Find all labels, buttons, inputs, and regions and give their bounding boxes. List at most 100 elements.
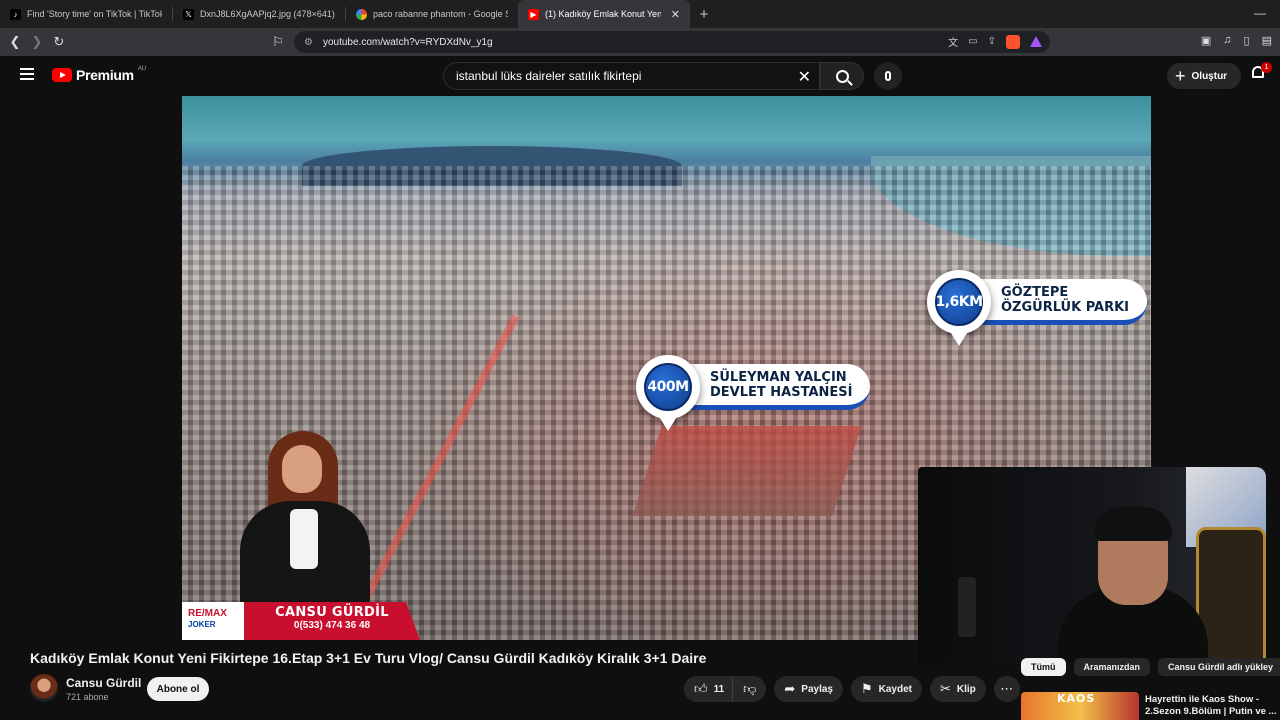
browser-extensions: ▣ ♫ ▯ ▤	[1201, 34, 1272, 47]
pin-label: GÖZTEPE ÖZGÜRLÜK PARKI	[977, 279, 1148, 325]
tab-search-icon[interactable]: ▣	[1201, 34, 1211, 47]
tiktok-icon: ♪	[10, 8, 21, 20]
recommended-video[interactable]: KAOS Hayrettin ile Kaos Show - 2.Sezon 9…	[1021, 692, 1280, 720]
agency-name: RE/MAX	[188, 608, 227, 619]
video-scene-hospital	[632, 426, 862, 516]
youtube-premium-logo[interactable]: Premium AU	[52, 66, 147, 83]
recommended-thumbnail-text: KAOS	[1057, 692, 1096, 705]
chip-channel-uploads[interactable]: Cansu Gürdil adlı yükley	[1158, 658, 1280, 676]
tab-google[interactable]: paco rabanne phantom - Google Sea	[346, 0, 518, 28]
address-bar[interactable]: ⚙ youtube.com/watch?v=RYDXdNv_y1g 文 ▭ ⇪	[294, 31, 1050, 53]
wallet-icon[interactable]: ▤	[1262, 34, 1272, 47]
create-label: Oluştur	[1191, 70, 1228, 82]
pin-label-line2: ÖZGÜRLÜK PARKI	[1001, 299, 1130, 315]
search-query: istanbul lüks daireler satılık fikirtepi	[456, 69, 642, 83]
brave-shields-icon[interactable]	[1006, 34, 1020, 49]
tab-tiktok[interactable]: ♪ Find 'Story time' on TikTok | TikTok S…	[0, 0, 172, 28]
search-input[interactable]: istanbul lüks daireler satılık fikirtepi…	[443, 62, 820, 90]
search-icon	[835, 69, 849, 83]
search-button[interactable]	[820, 62, 864, 90]
pin-label-line2: DEVLET HASTANESİ	[710, 384, 853, 400]
url-text: youtube.com/watch?v=RYDXdNv_y1g	[322, 36, 493, 48]
notifications-button[interactable]: 1	[1250, 62, 1272, 84]
google-icon	[356, 8, 367, 20]
scissors-icon: ✂	[940, 681, 951, 696]
close-tab-icon[interactable]: ✕	[671, 8, 680, 21]
save-label: Kaydet	[878, 683, 912, 695]
address-bar-actions: 文 ▭ ⇪	[948, 34, 1042, 49]
remax-logo: RE/MAX JOKER	[182, 602, 244, 640]
minimize-window-icon[interactable]: —	[1254, 6, 1266, 20]
webcam-person-hair	[1094, 507, 1172, 541]
like-count: 11	[713, 683, 725, 695]
webcam-mic-arm	[958, 577, 976, 637]
create-button[interactable]: + Oluştur	[1167, 63, 1241, 89]
channel-name[interactable]: Cansu Gürdil	[66, 676, 141, 690]
more-actions-button[interactable]: ⋯	[993, 676, 1020, 702]
share-arrow-icon: ➦	[784, 681, 796, 696]
forward-button[interactable]: ❯	[26, 31, 48, 53]
plus-icon: +	[1175, 66, 1186, 86]
clip-button[interactable]: ✂ Klip	[930, 676, 986, 702]
presenter-name: CANSU GÜRDİL	[275, 605, 389, 620]
voice-search-button[interactable]	[874, 62, 902, 90]
tab-title: DxnJ8L6XgAAPjq2.jpg (478×641)	[200, 9, 335, 19]
tab-title: Find 'Story time' on TikTok | TikTok Se	[27, 9, 162, 19]
related-filter-chips: Tümü Aramanızdan Cansu Gürdil adlı yükle…	[1021, 658, 1280, 676]
presenter-phone: 0(533) 474 36 48	[293, 620, 371, 631]
bookmark-icon[interactable]: ⚐	[267, 31, 289, 53]
reload-button[interactable]: ↻	[48, 31, 70, 53]
video-actions: 👍︎ 11 👎︎ ➦ Paylaş ⚑ Kaydet ✂ Klip ⋯	[684, 676, 1020, 702]
location-pin-hospital: 400M SÜLEYMAN YALÇIN DEVLET HASTANESİ	[636, 355, 871, 431]
webcam-overlay	[918, 467, 1266, 663]
thumbs-up-icon: 👍︎	[694, 681, 708, 696]
youtube-header: Premium AU istanbul lüks daireler satılı…	[0, 56, 1280, 96]
save-button[interactable]: ⚑ Kaydet	[850, 676, 922, 702]
cast-icon[interactable]: ▭	[968, 36, 977, 47]
presenter-face	[282, 445, 322, 493]
brave-rewards-icon[interactable]	[1030, 36, 1042, 47]
subscribe-button[interactable]: Abone ol	[147, 677, 209, 701]
thumbs-down-icon: 👎︎	[743, 681, 757, 696]
video-title: Kadıköy Emlak Konut Yeni Fikirtepe 16.Et…	[30, 650, 707, 666]
presenter-nameplate: CANSU GÜRDİL 0(533) 474 36 48	[244, 602, 420, 640]
presenter-shirt	[290, 509, 318, 569]
region-code: AU	[137, 66, 147, 72]
clear-search-icon[interactable]: ✕	[798, 67, 811, 87]
back-button[interactable]: ❮	[4, 31, 26, 53]
share-icon[interactable]: ⇪	[988, 36, 996, 47]
chip-all[interactable]: Tümü	[1021, 658, 1066, 676]
clip-label: Klip	[956, 683, 976, 695]
microphone-icon	[885, 71, 891, 81]
tab-youtube[interactable]: ▶ (1) Kadıköy Emlak Konut Yeni Fik ✕	[518, 0, 690, 28]
translate-icon[interactable]: 文	[948, 34, 958, 49]
menu-icon[interactable]	[20, 68, 34, 80]
youtube-play-icon	[52, 68, 72, 82]
chip-from-search[interactable]: Aramanızdan	[1073, 658, 1151, 676]
share-button[interactable]: ➦ Paylaş	[774, 676, 843, 702]
browser-tab-strip: ♪ Find 'Story time' on TikTok | TikTok S…	[0, 0, 1280, 28]
pin-distance: 400M	[644, 363, 692, 411]
channel-avatar[interactable]	[30, 674, 58, 702]
pin-label: SÜLEYMAN YALÇIN DEVLET HASTANESİ	[686, 364, 871, 410]
new-tab-button[interactable]: +	[690, 0, 718, 28]
browser-toolbar: ❮ ❯ ↻ ⚐ ⚙ youtube.com/watch?v=RYDXdNv_y1…	[0, 28, 1280, 56]
agency-branch: JOKER	[188, 620, 216, 629]
site-settings-icon[interactable]: ⚙	[304, 37, 313, 48]
location-pin-goztepe: 1,6KM GÖZTEPE ÖZGÜRLÜK PARKI	[927, 270, 1148, 346]
pin-label-line1: GÖZTEPE	[1001, 284, 1069, 300]
tab-image[interactable]: 𝕏 DxnJ8L6XgAAPjq2.jpg (478×641)	[173, 0, 345, 28]
dislike-button[interactable]: 👎︎	[732, 676, 767, 702]
tab-title: paco rabanne phantom - Google Sea	[373, 9, 508, 19]
bookmark-icon: ⚑	[860, 681, 873, 696]
x-icon: 𝕏	[183, 8, 194, 20]
subscriber-count: 721 abone	[66, 692, 109, 702]
recommended-title[interactable]: Hayrettin ile Kaos Show - 2.Sezon 9.Bölü…	[1145, 694, 1280, 718]
sidebar-icon[interactable]: ▯	[1244, 34, 1250, 47]
more-dots-icon: ⋯	[1000, 681, 1014, 696]
pin-marker: 1,6KM	[927, 270, 991, 346]
like-button[interactable]: 👍︎ 11	[684, 676, 733, 702]
pin-marker: 400M	[636, 355, 700, 431]
media-icon[interactable]: ♫	[1223, 34, 1231, 47]
tab-title: (1) Kadıköy Emlak Konut Yeni Fik	[545, 9, 661, 19]
